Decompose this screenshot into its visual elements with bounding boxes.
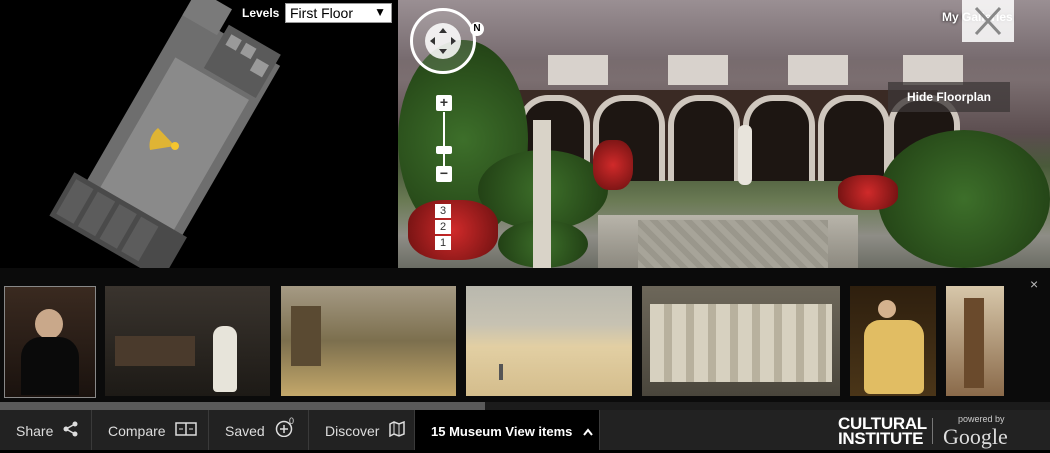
map-icon (389, 411, 406, 453)
floorplan-map[interactable] (0, 0, 398, 268)
level-3-button[interactable]: 3 (435, 204, 451, 218)
floorplan-panel: Levels First Floor ▼ (0, 0, 398, 268)
pan-control[interactable] (410, 8, 476, 74)
zoom-out-button[interactable]: − (436, 166, 452, 182)
levels-label: Levels (242, 6, 280, 20)
panorama-balcony (668, 55, 728, 85)
thumb-woman-yellow-gown[interactable] (850, 286, 936, 396)
close-panorama-button[interactable] (962, 0, 1014, 42)
compare-label: Compare (108, 423, 166, 439)
share-button[interactable]: Share (0, 410, 92, 450)
street-view-panorama[interactable] (398, 0, 1050, 268)
panorama-arch (668, 95, 740, 181)
panorama-balcony (788, 55, 848, 85)
panorama-balcony (548, 55, 608, 85)
panorama-balcony (903, 55, 963, 85)
thumb-el-jaleo-dancer[interactable] (105, 286, 270, 396)
cultural-institute-line2: INSTITUTE (838, 429, 924, 448)
powered-by-label: powered by (958, 414, 1005, 424)
thumb-castle-tower (291, 306, 321, 366)
courtyard-statue (738, 125, 752, 185)
close-strip-icon[interactable]: × (1030, 276, 1038, 292)
museum-view-items-button[interactable]: 15 Museum View items (415, 410, 600, 450)
thumb-portrait-dress (21, 337, 79, 395)
thumb-yellow-gown-face (878, 300, 896, 318)
zoom-in-button[interactable]: + (436, 95, 452, 111)
hide-floorplan-button[interactable]: Hide Floorplan (888, 82, 1010, 112)
pan-arrows-icon[interactable] (425, 23, 461, 59)
panorama-flowers (838, 175, 898, 210)
thumbnail-strip: × (0, 268, 1050, 402)
level-1-button[interactable]: 1 (435, 236, 451, 250)
saved-count: 0 (289, 416, 295, 426)
thumb-marble-relief-sarcophagus[interactable] (642, 286, 840, 396)
thumb-dancer-figure (213, 326, 237, 392)
compass-north-indicator[interactable]: N (470, 22, 484, 36)
panorama-flowers (593, 140, 633, 190)
thumb-beach-seascape[interactable] (466, 286, 632, 396)
share-label: Share (16, 423, 54, 439)
chevron-down-icon: ▼ (374, 5, 386, 19)
discover-label: Discover (325, 423, 380, 439)
compare-button[interactable]: Compare (92, 410, 209, 450)
cultural-institute-logo[interactable]: CULTURAL INSTITUTE (838, 415, 927, 448)
level-2-button[interactable]: 2 (435, 220, 451, 234)
panorama-arch (743, 95, 815, 181)
panorama-sky (398, 0, 1050, 60)
strip-scrollbar-thumb[interactable] (0, 402, 485, 410)
thumb-costume-figure (964, 298, 984, 388)
thumb-portrait-face (35, 309, 63, 339)
google-logo: Google (943, 424, 1008, 449)
discover-button[interactable]: Discover (309, 410, 415, 450)
thumb-figure-in-costume[interactable] (946, 286, 1004, 396)
thumb-relief-carving (650, 304, 832, 382)
panorama-column (533, 120, 551, 268)
close-icon (974, 6, 1002, 36)
thumb-portrait-woman-black-dress[interactable] (4, 286, 96, 398)
courtyard-mosaic (638, 220, 828, 268)
compare-icon (175, 411, 198, 453)
share-icon (63, 411, 79, 453)
panorama-flowers (408, 200, 498, 260)
thumb-landscape-river-castle[interactable] (281, 286, 456, 396)
panorama-foliage (878, 130, 1050, 268)
panorama-arch (818, 95, 890, 181)
levels-dropdown[interactable]: First Floor ▼ (285, 3, 392, 23)
saved-button[interactable]: Saved 0 (209, 410, 309, 450)
thumb-beach-figure (499, 364, 503, 380)
saved-label: Saved (225, 423, 265, 439)
viewpoint-marker (171, 142, 179, 150)
thumb-yellow-gown-dress (864, 320, 924, 394)
museum-view-items-label: 15 Museum View items (431, 424, 573, 439)
brand-divider (932, 418, 933, 444)
chevron-up-icon (582, 411, 594, 453)
zoom-slider-handle[interactable] (436, 146, 452, 154)
levels-dropdown-value: First Floor (290, 5, 353, 21)
thumb-musicians (115, 336, 195, 366)
